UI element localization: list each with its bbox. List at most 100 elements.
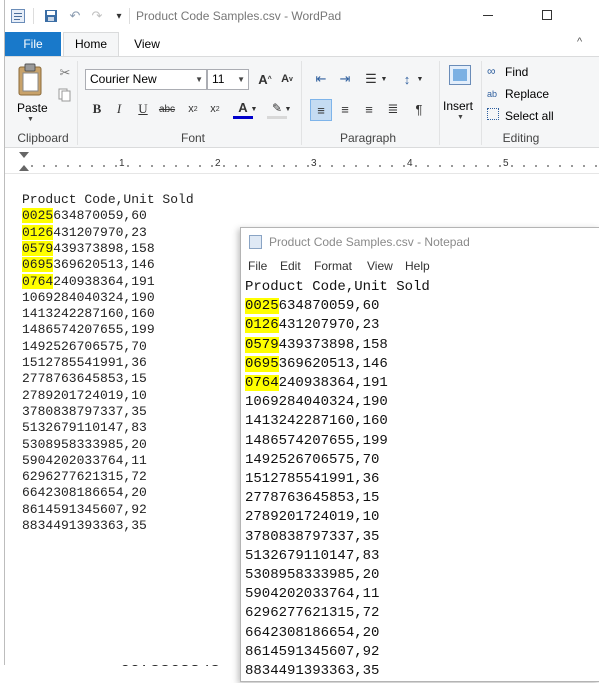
data-line: 0764240938364,191 xyxy=(245,374,388,393)
decrease-indent-icon[interactable]: ⇤ xyxy=(311,69,331,89)
superscript-icon[interactable]: x2 xyxy=(205,99,225,119)
copy-icon[interactable] xyxy=(55,85,75,105)
ruler-tick xyxy=(307,165,309,167)
ruler-tick xyxy=(343,165,345,167)
highlighted-prefix: 0579 xyxy=(22,240,54,256)
increase-indent-icon[interactable]: ⇥ xyxy=(335,69,355,89)
ribbon: Paste ▼ ✂ Clipboard Courier New ▼ 11 ▼ A ^ … xyxy=(5,56,599,148)
align-right-icon[interactable]: ≡ xyxy=(359,99,379,119)
menu-edit[interactable]: Edit xyxy=(280,259,301,273)
line-text: 1492526706575,70 xyxy=(245,451,380,468)
cut-icon[interactable]: ✂ xyxy=(55,63,75,83)
chevron-down-icon[interactable]: ▼ xyxy=(379,69,389,89)
bullets-icon[interactable]: ☰ xyxy=(361,69,381,89)
line-text: 1512785541991,36 xyxy=(245,471,380,487)
tab-view[interactable]: View xyxy=(125,32,169,56)
highlighted-prefix: 0025 xyxy=(22,208,54,224)
picture-icon xyxy=(449,65,471,85)
replace-button[interactable]: ab Replace xyxy=(487,86,567,104)
ruler-tick xyxy=(583,165,585,167)
font-size-select[interactable]: 11 ▼ xyxy=(207,69,249,90)
notepad-titlebar: Product Code Samples.csv - Notepad xyxy=(241,228,599,256)
strikethrough-icon[interactable]: abc xyxy=(157,99,177,119)
data-line: 8614591345607,92 xyxy=(245,643,379,662)
line-text: 5904202033764,11 xyxy=(245,586,380,603)
align-center-icon[interactable]: ≡ xyxy=(335,99,355,119)
tab-home[interactable]: Home xyxy=(63,32,119,57)
ruler-tick xyxy=(199,165,201,167)
line-text: 1413242287160,160 xyxy=(22,306,155,322)
maximize-button[interactable] xyxy=(542,10,552,20)
qat-dropdown-icon[interactable]: ▾ xyxy=(109,6,129,26)
indent-marker[interactable] xyxy=(19,165,29,171)
line-text: 2789201724019,10 xyxy=(22,387,147,403)
menu-format[interactable]: Format xyxy=(314,259,352,273)
paragraph-settings-icon[interactable]: ¶ xyxy=(409,99,429,119)
bold-icon[interactable]: B xyxy=(87,99,107,119)
tab-file[interactable]: File xyxy=(5,32,61,56)
line-text: 369620513,146 xyxy=(278,355,388,372)
replace-icon: ab xyxy=(487,89,498,99)
font-family-select[interactable]: Courier New ▼ xyxy=(85,69,207,90)
ruler-tick xyxy=(223,165,225,167)
line-text: 1069284040324,190 xyxy=(245,394,388,411)
grow-font-icon[interactable]: A ^ xyxy=(255,69,275,89)
notepad-text-area[interactable]: Product Code,Unit Sold 0025634870059,60 01… xyxy=(241,278,599,683)
paste-button[interactable]: Paste ▼ xyxy=(13,63,49,123)
align-left-icon[interactable]: ≡ xyxy=(310,99,332,121)
ruler: 1 2 3 4 5 xyxy=(5,150,599,174)
underline-icon[interactable]: U xyxy=(133,99,153,119)
wordpad-app-icon xyxy=(11,9,25,23)
data-line: 0025634870059,60 xyxy=(245,297,379,316)
ruler-tick xyxy=(487,165,489,167)
save-icon[interactable] xyxy=(41,6,61,26)
line-spacing-icon[interactable]: ↕ xyxy=(397,69,417,89)
ruler-tick xyxy=(367,165,369,167)
line-text: 3780838797337,35 xyxy=(22,403,147,419)
line-text: Product Code,Unit Sold xyxy=(22,192,194,207)
menu-view[interactable]: View xyxy=(367,259,393,273)
ruler-tick xyxy=(115,165,117,167)
data-line: 1492526706575,70 xyxy=(245,451,379,470)
chevron-down-icon[interactable]: ▼ xyxy=(415,69,425,89)
highlighted-prefix: 0025 xyxy=(245,298,279,315)
chevron-down-icon[interactable]: ▼ xyxy=(283,99,293,119)
data-line: 5308958333985,20 xyxy=(245,566,379,585)
justify-icon[interactable]: ≣ xyxy=(383,99,403,119)
ruler-tick xyxy=(355,165,357,167)
ruler-tick xyxy=(295,165,297,167)
ruler-tick xyxy=(235,165,237,167)
find-button[interactable]: ∞ Find xyxy=(487,64,557,82)
italic-icon[interactable]: I xyxy=(109,99,129,119)
ruler-tick xyxy=(31,165,33,167)
ruler-number: 4 xyxy=(407,158,413,169)
data-line: 1512785541991,36 xyxy=(22,355,147,371)
menu-file[interactable]: File xyxy=(248,259,267,273)
data-line: 1486574207655,199 xyxy=(22,322,155,338)
ruler-tick xyxy=(79,165,81,167)
undo-icon[interactable]: ↶ xyxy=(65,6,85,26)
line-text: 240938364,191 xyxy=(278,375,388,391)
ribbon-collapse-icon[interactable]: ^ xyxy=(577,36,582,48)
menu-help[interactable]: Help xyxy=(405,259,430,273)
highlighted-prefix: 0764 xyxy=(245,375,279,391)
ruler-tick xyxy=(139,165,141,167)
line-text: 369620513,146 xyxy=(53,257,155,273)
line-text: 8834491393363,35 xyxy=(245,663,380,679)
ruler-tick xyxy=(67,165,69,167)
chevron-down-icon[interactable]: ▼ xyxy=(249,99,259,119)
data-line: 6296277621315,72 xyxy=(245,604,379,623)
shrink-font-icon[interactable]: Av xyxy=(277,69,297,89)
indent-marker[interactable] xyxy=(19,152,29,158)
data-line: 2778763645853,15 xyxy=(245,489,379,508)
select-all-button[interactable]: Select all xyxy=(487,108,567,126)
redo-icon[interactable]: ↷ xyxy=(87,6,107,26)
subscript-icon[interactable]: x2 xyxy=(183,99,203,119)
insert-button[interactable]: Insert ▼ xyxy=(443,63,477,125)
line-text: 3780838797337,35 xyxy=(245,528,380,545)
data-line: 1413242287160,160 xyxy=(22,306,155,322)
line-text: 2778763645853,15 xyxy=(245,490,380,507)
data-line: 0579439373898,158 xyxy=(245,336,388,355)
minimize-button[interactable] xyxy=(483,15,493,16)
ruler-tick xyxy=(403,165,405,167)
